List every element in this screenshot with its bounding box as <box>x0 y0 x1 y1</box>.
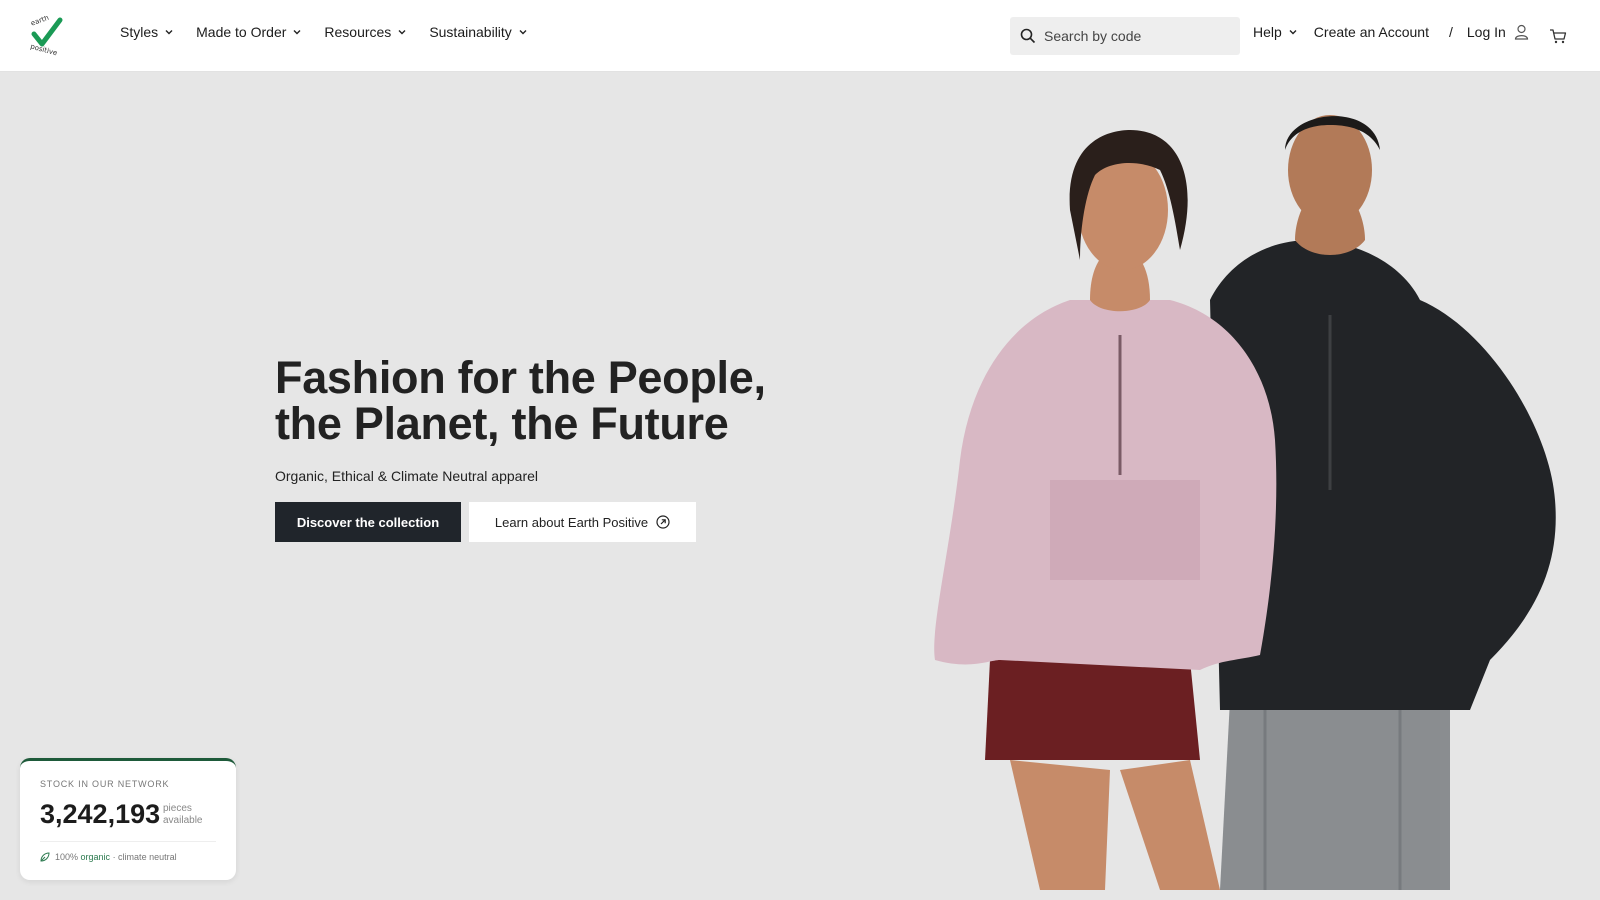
create-account-link[interactable]: Create an Account <box>1314 24 1429 40</box>
chevron-down-icon <box>398 30 406 35</box>
login-label: Log In <box>1466 24 1506 40</box>
chevron-down-icon <box>1289 30 1297 35</box>
hero-models-image <box>934 115 1556 890</box>
stock-unit-line-1: pieces <box>163 803 192 814</box>
divider <box>40 841 216 842</box>
nav-item-label: Resources <box>324 24 392 40</box>
account-nav: Help Create an Account / Log In <box>1253 24 1529 40</box>
hero-title-line-2: the Planet, the Future <box>275 398 729 449</box>
learn-about-button[interactable]: Learn about Earth Positive <box>469 502 696 542</box>
nav-item-label: Made to Order <box>196 24 287 40</box>
nav-item-label: Styles <box>120 24 159 40</box>
help-menu[interactable]: Help <box>1253 24 1298 40</box>
learn-about-label: Learn about Earth Positive <box>494 514 649 530</box>
nav-item-label: Sustainability <box>429 24 512 40</box>
hero-title-line-1: Fashion for the People, <box>275 352 766 403</box>
separator: / <box>1448 24 1453 40</box>
nav-item-sustainability[interactable]: Sustainability <box>429 24 528 40</box>
nav-item-styles[interactable]: Styles <box>120 24 174 40</box>
site-header: earth positive Styles Made to Order Reso… <box>0 0 1600 72</box>
search-input[interactable] <box>1044 28 1224 44</box>
main-nav: Styles Made to Order Resources Sustainab… <box>120 24 528 40</box>
hero-title: Fashion for the People, the Planet, the … <box>275 355 835 447</box>
stock-count: 3,242,193 <box>40 799 161 829</box>
search-box[interactable] <box>1010 17 1240 55</box>
hero-subtitle: Organic, Ethical & Climate Neutral appar… <box>275 468 539 484</box>
cart-icon[interactable] <box>1549 27 1567 45</box>
stock-unit-line-2: available <box>163 815 203 826</box>
chevron-down-icon <box>519 30 527 35</box>
leaf-icon <box>40 852 50 862</box>
stock-footnote: 100% organic · climate neutral <box>40 852 177 862</box>
user-icon <box>1514 24 1528 40</box>
nav-item-made-to-order[interactable]: Made to Order <box>196 24 302 40</box>
foot-highlight: organic <box>80 852 111 862</box>
login-link[interactable]: Log In <box>1467 24 1529 40</box>
stock-card: STOCK IN OUR NETWORK 3,242,193 pieces av… <box>20 758 236 880</box>
foot-suffix: · climate neutral <box>110 852 177 862</box>
arrow-up-right-circle-icon <box>656 515 670 529</box>
foot-prefix: 100% <box>55 852 81 862</box>
svg-text:earth: earth <box>30 16 50 28</box>
stock-label: STOCK IN OUR NETWORK <box>40 779 170 789</box>
chevron-down-icon <box>165 30 173 35</box>
female-model <box>934 130 1277 890</box>
earth-positive-logo[interactable]: earth positive <box>24 16 66 56</box>
stock-unit: pieces available <box>163 803 223 827</box>
nav-item-resources[interactable]: Resources <box>324 24 407 40</box>
chevron-down-icon <box>293 30 301 35</box>
help-label: Help <box>1253 24 1282 40</box>
search-icon <box>1020 28 1036 44</box>
discover-collection-button[interactable]: Discover the collection <box>275 502 461 542</box>
